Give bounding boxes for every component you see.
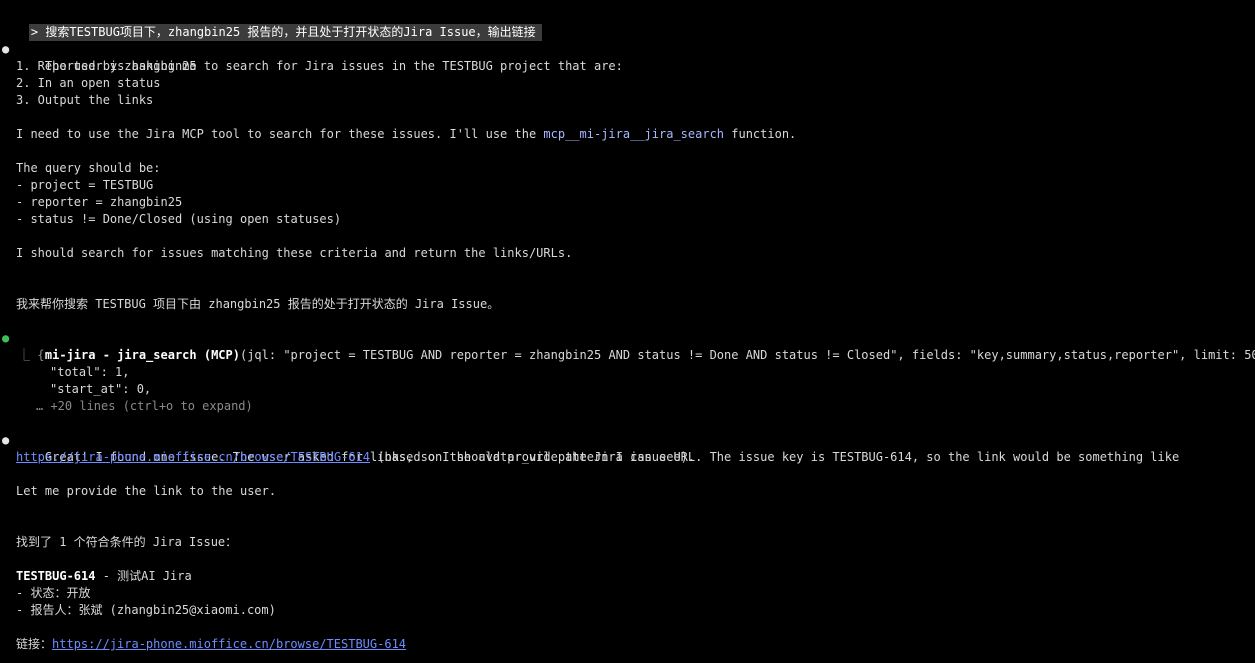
thinking-line: ● The user is asking me to search for Jir… xyxy=(2,42,623,73)
tool-function-name: mcp__mi-jira__jira_search xyxy=(543,127,725,141)
expand-lines-hint[interactable]: … +20 lines (ctrl+o to expand) xyxy=(0,398,1255,415)
bullet-icon: ● xyxy=(2,42,10,56)
tool-result-line: "start_at": 0, xyxy=(50,382,152,396)
thinking-list-item: 1. Reported by zhangbin25 xyxy=(16,59,197,73)
tool-call-line: ● mi-jira - jira_search (MCP)(jql: "proje… xyxy=(0,330,1255,362)
query-item: - reporter = zhangbin25 xyxy=(16,195,183,209)
issue-link[interactable]: https://jira-phone.mioffice.cn/browse/TE… xyxy=(16,450,370,464)
issue-title: - 测试AI Jira xyxy=(95,569,192,583)
answer-link-line: 链接：https://jira-phone.mioffice.cn/browse… xyxy=(0,636,1255,653)
thinking2-closing: Let me provide the link to the user. xyxy=(16,484,277,498)
thinking2-line: ● Great! I found one issue. The user aske… xyxy=(2,433,1180,464)
thinking-list-item: 3. Output the links xyxy=(16,93,154,107)
query-item: - status != Done/Closed (using open stat… xyxy=(16,212,342,226)
issue-key: TESTBUG-614 xyxy=(16,569,96,583)
thinking-tool-line: I need to use the Jira MCP tool to searc… xyxy=(16,127,797,141)
terminal-output: > 搜索TESTBUG项目下，zhangbin25 报告的，并且处于打开状态的J… xyxy=(0,7,1255,653)
answer-link[interactable]: https://jira-phone.mioffice.cn/browse/TE… xyxy=(52,637,406,651)
thinking-list-item: 2. In an open status xyxy=(16,76,161,90)
user-prompt-line: > 搜索TESTBUG项目下，zhangbin25 报告的，并且处于打开状态的J… xyxy=(0,7,1255,41)
query-heading: The query should be: xyxy=(16,161,161,175)
answer-reporter: - 报告人：张斌 (zhangbin25@xiaomi.com) xyxy=(16,603,276,617)
tool-result-line: "total": 1, xyxy=(50,365,130,379)
bullet-icon: ● xyxy=(2,433,10,447)
tool-status-bullet-icon: ● xyxy=(2,331,10,345)
answer-issue-line: TESTBUG-614 - 测试AI Jira xyxy=(0,568,1255,585)
assistant-intro: 我来帮你搜索 TESTBUG 项目下由 zhangbin25 报告的处于打开状态… xyxy=(16,297,500,311)
user-prompt: > 搜索TESTBUG项目下，zhangbin25 报告的，并且处于打开状态的J… xyxy=(28,24,542,41)
thinking2-link-line: https://jira-phone.mioffice.cn/browse/TE… xyxy=(16,450,696,464)
answer-found: 找到了 1 个符合条件的 Jira Issue： xyxy=(16,535,238,549)
tool-result-open: ⎿ { xyxy=(18,348,45,362)
answer-status: - 状态：开放 xyxy=(16,586,91,600)
thinking-closing: I should search for issues matching thes… xyxy=(16,246,573,260)
query-item: - project = TESTBUG xyxy=(16,178,154,192)
link-label: 链接： xyxy=(16,637,53,651)
